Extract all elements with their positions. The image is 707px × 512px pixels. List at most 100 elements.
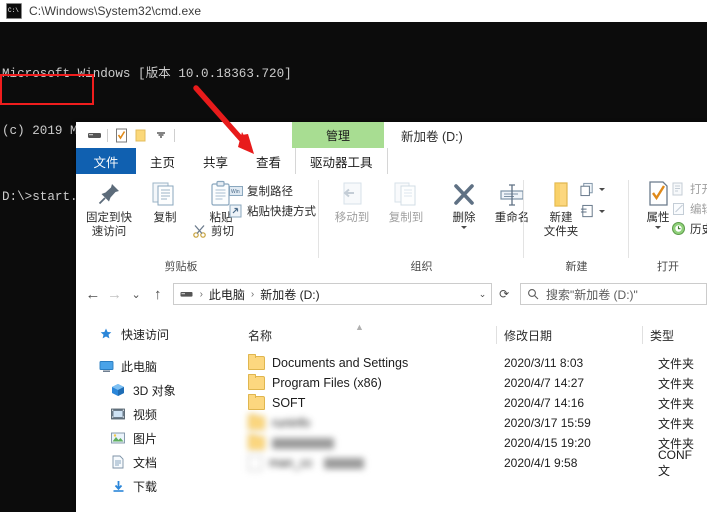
date-modified-cell: 2020/3/11 8:03 <box>504 356 584 370</box>
file-name-cell[interactable] <box>248 434 334 450</box>
search-box[interactable]: 搜索"新加卷 (D:)" <box>519 283 707 305</box>
star-pin-icon <box>98 326 114 342</box>
file-icon <box>248 455 262 471</box>
monitor-icon <box>98 358 114 374</box>
toolbar-divider <box>107 128 108 142</box>
cut-button[interactable]: 剪切 <box>192 222 234 239</box>
file-name-redacted <box>323 457 364 469</box>
properties-label: 属性 <box>646 212 670 224</box>
column-header-name[interactable]: 名称 <box>240 322 496 348</box>
type-cell: CONF 文 <box>658 447 692 478</box>
tab-view[interactable]: 查看 <box>242 148 295 174</box>
copy-label: 复制 <box>153 212 177 224</box>
move-to-label: 移动到 <box>334 212 370 224</box>
table-row[interactable]: Documents and Settings 2020/3/11 8:03 文件… <box>240 353 707 373</box>
new-item-button[interactable] <box>580 181 605 198</box>
new-item-caret[interactable] <box>599 188 605 191</box>
easy-access-button[interactable] <box>580 203 605 220</box>
delete-button[interactable]: 删除 <box>437 178 491 229</box>
sidebar-item-3d-objects[interactable]: 3D 对象 <box>76 378 240 402</box>
table-row[interactable]: man_cc 2020/4/1 9:58 CONF 文 <box>240 448 707 478</box>
address-bar-row: ← → ⌄ ↑ › 此电脑 › 新加卷 (D:) ⌄ ⟳ 搜索"新加卷 (D:)… <box>76 278 707 310</box>
contextual-tab-title: 管理 <box>325 128 350 143</box>
file-name-cell[interactable]: Program Files (x86) <box>248 374 382 390</box>
move-to-button[interactable]: 移动到 <box>325 178 379 225</box>
easy-access-caret[interactable] <box>599 210 605 213</box>
file-name-text: man_cc <box>269 456 313 470</box>
chevron-down-icon[interactable]: ⌄ <box>479 289 487 300</box>
search-input[interactable]: 搜索"新加卷 (D:)" <box>546 286 638 303</box>
properties-dropdown-caret[interactable] <box>655 226 661 229</box>
drive-icon <box>180 289 194 299</box>
recent-locations-button[interactable]: ⌄ <box>125 282 147 306</box>
edit-label: 编辑 <box>690 203 707 216</box>
tab-file[interactable]: 文件 <box>76 148 136 174</box>
type-cell: 文件夹 <box>658 416 695 431</box>
sidebar-item-quick-access[interactable]: 快速访问 <box>76 322 240 346</box>
type-cell: 文件夹 <box>658 356 695 371</box>
sidebar-item-documents[interactable]: 文档 <box>76 450 240 474</box>
file-name-cell[interactable]: man_cc <box>248 455 364 471</box>
edit-button[interactable]: 编辑 <box>671 200 707 217</box>
file-name-cell[interactable]: SOFT <box>248 394 305 410</box>
drive-icon[interactable] <box>84 125 104 145</box>
cube-icon <box>110 382 126 398</box>
table-row[interactable]: Program Files (x86) 2020/4/7 14:27 文件夹 <box>240 373 707 393</box>
sidebar-item-this-pc[interactable]: 此电脑 <box>76 354 240 378</box>
column-header-date-modified[interactable]: 修改日期 <box>496 322 642 348</box>
tab-home[interactable]: 主页 <box>136 148 189 174</box>
picture-icon <box>110 430 126 446</box>
properties-icon[interactable] <box>111 125 131 145</box>
copy-button[interactable]: 复制 <box>138 178 192 225</box>
table-row[interactable]: 2020/4/15 19:20 文件夹 <box>240 433 707 453</box>
open-button[interactable]: 打开 <box>671 180 707 197</box>
folder-icon <box>248 374 265 390</box>
file-name-cell[interactable]: Documents and Settings <box>248 354 408 370</box>
tab-drive-tools[interactable]: 驱动器工具 <box>295 148 388 174</box>
date-modified-cell: 2020/4/7 14:16 <box>504 396 585 410</box>
column-header-type[interactable]: 类型 <box>642 322 707 348</box>
breadcrumb-item-this-pc[interactable]: 此电脑 <box>207 286 247 303</box>
ribbon: 固定到快 速访问 复制 粘贴 Win 复制路径 粘贴快捷方式 剪切 剪贴板 移动… <box>76 174 707 279</box>
forward-button[interactable]: → <box>104 282 126 306</box>
file-name-text: Program Files (x86) <box>272 376 382 390</box>
delete-x-icon <box>450 178 478 208</box>
sidebar-item-label: 快速访问 <box>121 327 170 342</box>
sidebar-item-label: 3D 对象 <box>133 383 176 398</box>
table-row[interactable]: SOFT 2020/4/7 14:16 文件夹 <box>240 393 707 413</box>
copy-path-button[interactable]: Win 复制路径 <box>228 182 293 199</box>
breadcrumb-separator[interactable]: › <box>247 289 258 300</box>
new-folder-icon[interactable] <box>131 125 151 145</box>
edit-icon <box>671 201 686 216</box>
refresh-button[interactable]: ⟳ <box>492 283 516 305</box>
ribbon-group-clipboard: 固定到快 速访问 复制 粘贴 Win 复制路径 粘贴快捷方式 剪切 剪贴板 <box>76 174 319 278</box>
chevron-down-icon[interactable] <box>151 125 171 145</box>
pin-to-quick-access-button[interactable]: 固定到快 速访问 <box>82 178 136 239</box>
sidebar-item-downloads[interactable]: 下载 <box>76 474 240 498</box>
file-name-redacted <box>272 437 334 449</box>
breadcrumb-separator[interactable]: › <box>196 289 207 300</box>
copy-path-icon: Win <box>228 183 243 198</box>
explorer-window-title: 新加卷 (D:) <box>401 129 463 144</box>
delete-dropdown-caret[interactable] <box>461 226 467 229</box>
file-name-cell[interactable]: runinfo <box>248 414 311 430</box>
sidebar-item-pictures[interactable]: 图片 <box>76 426 240 450</box>
paste-shortcut-button[interactable]: 粘贴快捷方式 <box>228 202 316 219</box>
copy-to-button[interactable]: 复制到 <box>379 178 433 225</box>
breadcrumb-item-drive[interactable]: 新加卷 (D:) <box>258 286 321 303</box>
toolbar-divider <box>174 128 175 142</box>
file-name-text: runinfo <box>272 416 311 430</box>
back-button[interactable]: ← <box>82 282 104 306</box>
move-to-icon <box>338 178 366 208</box>
table-row[interactable]: runinfo 2020/3/17 15:59 文件夹 <box>240 413 707 433</box>
sidebar-item-videos[interactable]: 视频 <box>76 402 240 426</box>
tab-share[interactable]: 共享 <box>189 148 242 174</box>
address-bar[interactable]: › 此电脑 › 新加卷 (D:) ⌄ <box>172 283 493 305</box>
history-icon <box>671 221 686 236</box>
sidebar-item-label: 图片 <box>133 431 158 446</box>
group-label-clipboard: 剪贴板 <box>164 261 198 273</box>
new-item-icon <box>580 182 595 197</box>
history-button[interactable]: 历史记 <box>671 220 707 237</box>
up-button[interactable]: ↑ <box>147 282 169 306</box>
pin-to-quick-access-label: 固定到快 速访问 <box>86 212 132 238</box>
